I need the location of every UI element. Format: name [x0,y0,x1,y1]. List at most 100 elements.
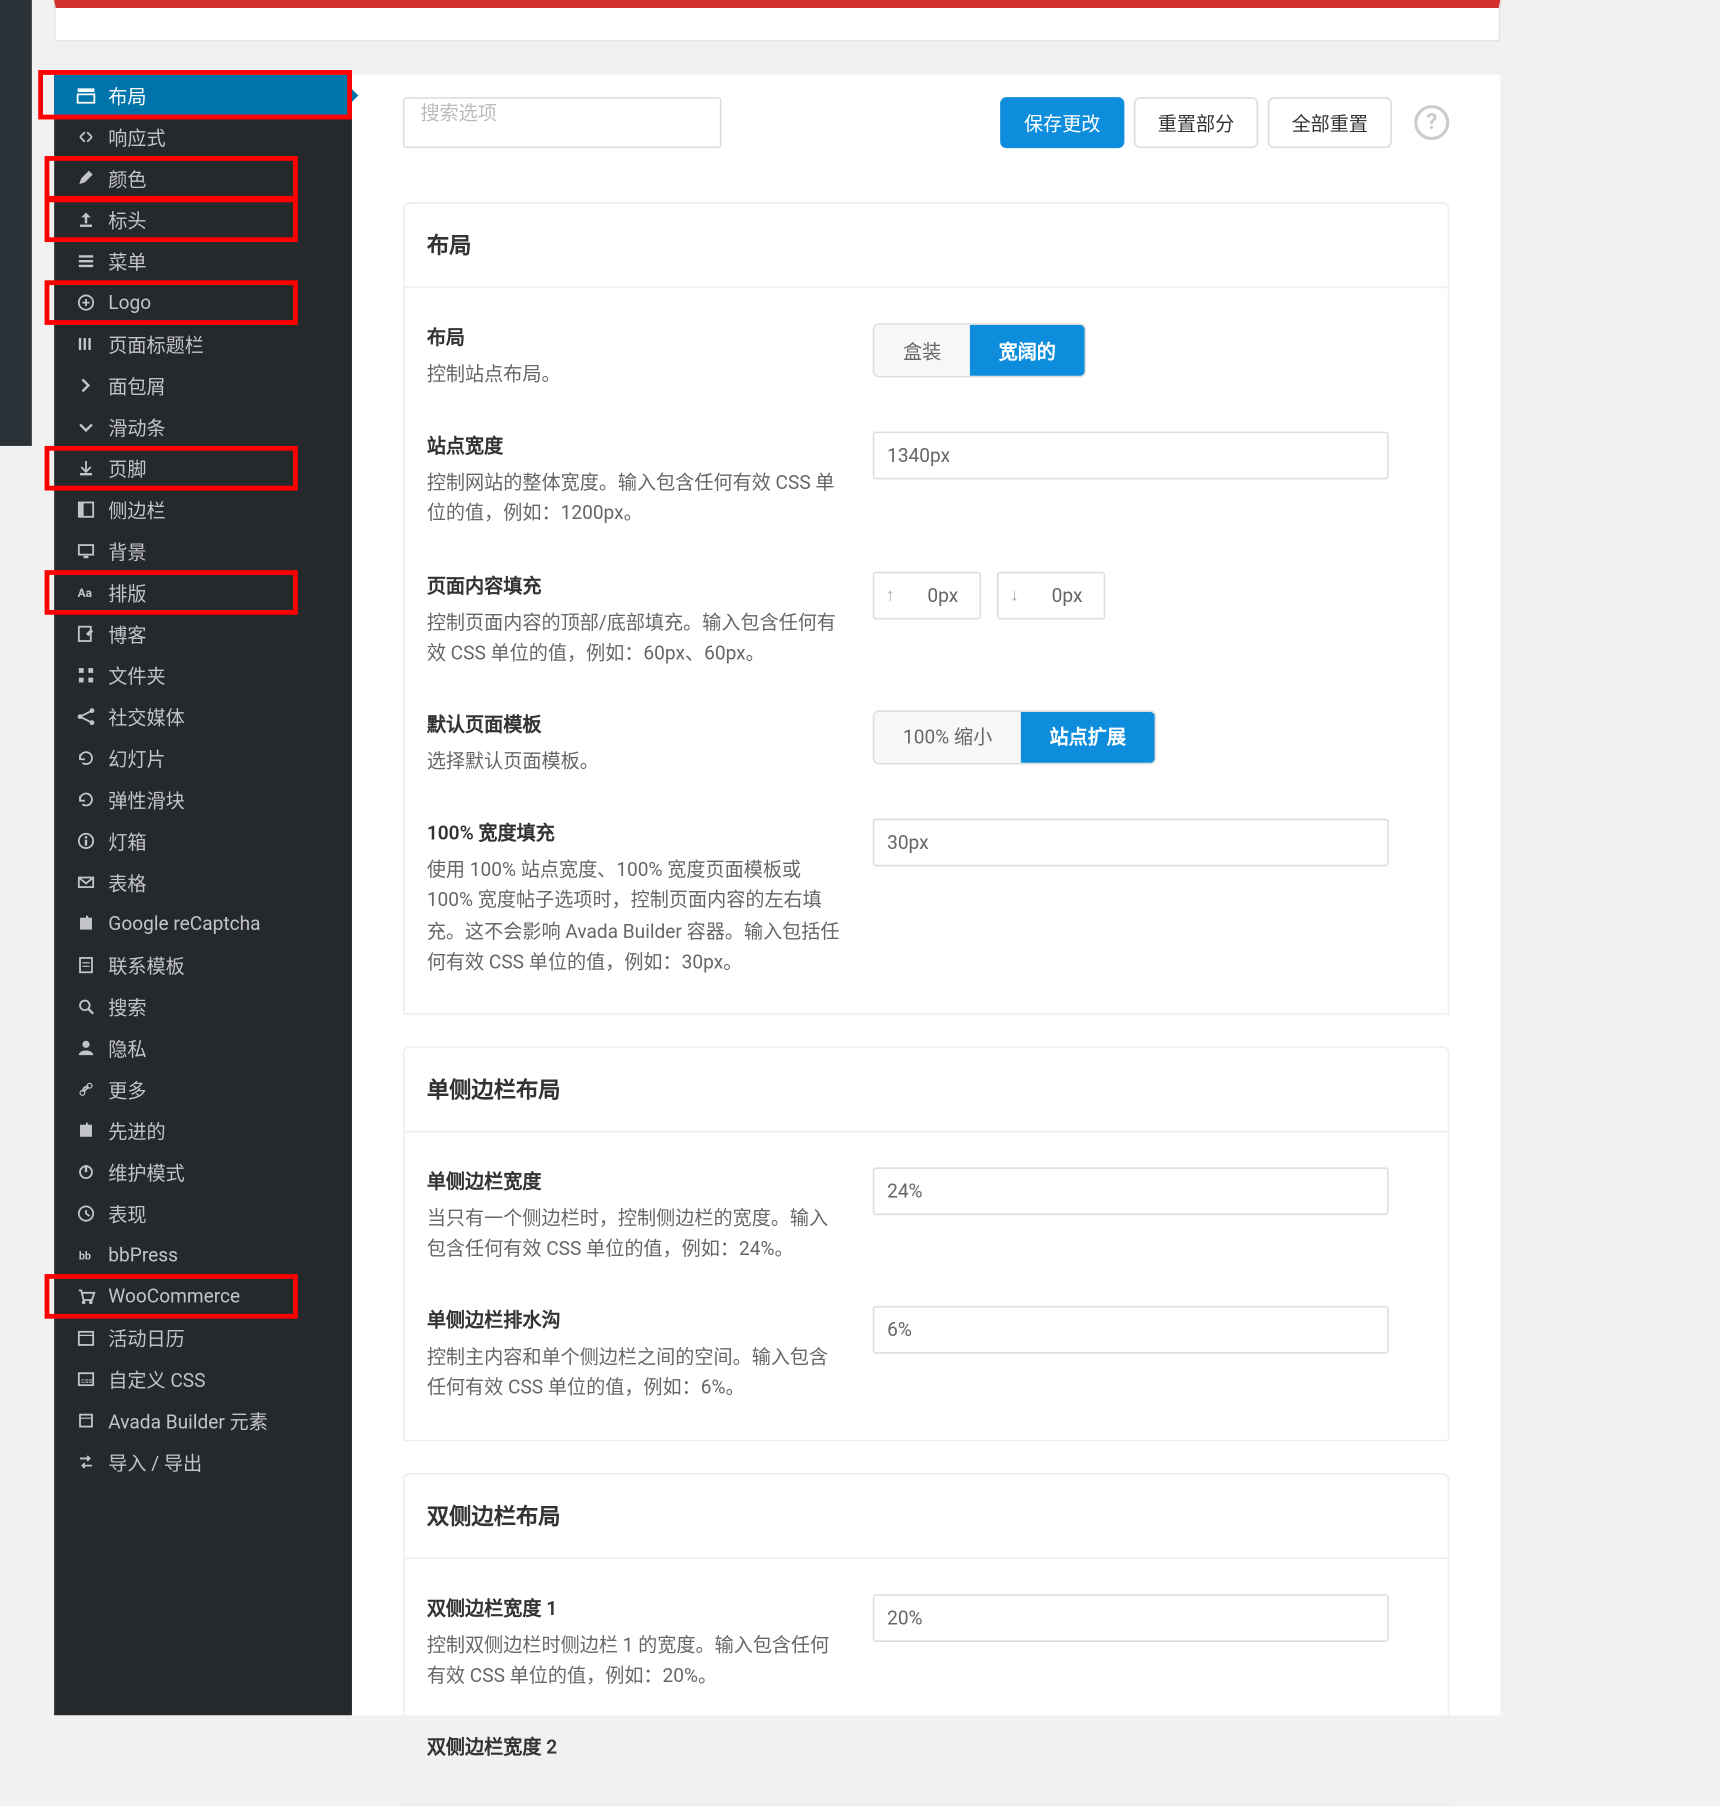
sidebar-item-29[interactable]: WooCommerce [54,1276,352,1317]
sidebar-item-label: 博客 [108,620,352,647]
bb-icon: bb [76,1245,108,1264]
sidebar-item-5[interactable]: Logo [54,282,352,323]
reset-section-button[interactable]: 重置部分 [1134,97,1258,148]
sidebar-item-32[interactable]: Avada Builder 元素 [54,1400,352,1441]
sidebar-item-19[interactable]: 表格 [54,862,352,903]
option-row: 默认页面模板 选择默认页面模板。 100% 缩小站点扩展 [405,682,1448,791]
sidebar-item-label: 表现 [108,1200,352,1227]
options-sidebar: 布局响应式颜色标头菜单 Logo 页面标题栏面包屑滑动条页脚侧边栏背景 Aa排版博客文… [54,75,352,1715]
css-icon: css [76,1370,108,1389]
sidebar-item-33[interactable]: 导入 / 导出 [54,1441,352,1482]
sidebar-item-24[interactable]: 更多 [54,1069,352,1110]
text-input[interactable] [873,1594,1389,1642]
sidebar-item-18[interactable]: 灯箱 [54,820,352,861]
option-description: 控制网站的整体宽度。输入包含任何有效 CSS 单位的值，例如：1200px。 [427,469,841,530]
svg-text:bb: bb [79,1250,91,1263]
sidebar-item-label: 菜单 [108,248,352,275]
sidebar-item-label: 面包屑 [108,372,352,399]
download-icon [76,459,108,478]
sidebar-item-2[interactable]: 颜色 [54,158,352,199]
info-icon [76,831,108,850]
seg-option[interactable]: 盒装 [874,325,970,376]
padding-control: ↑0px ↓0px [873,571,1106,619]
seg-option[interactable]: 100% 缩小 [874,712,1021,763]
sidebar-item-8[interactable]: 滑动条 [54,406,352,447]
sidebar-item-30[interactable]: 活动日历 [54,1317,352,1358]
sidebar-item-7[interactable]: 面包屑 [54,365,352,406]
share-icon [76,707,108,726]
sidebar-item-0[interactable]: 布局 [54,75,352,116]
seg-option[interactable]: 站点扩展 [1021,712,1155,763]
sidebar-item-23[interactable]: 隐私 [54,1027,352,1068]
grid-icon [76,666,108,685]
option-description: 控制页面内容的顶部/底部填充。输入包含任何有效 CSS 单位的值，例如：60px… [427,608,841,669]
text-input[interactable] [873,1306,1389,1354]
text-input[interactable] [873,819,1389,867]
section-body: 布局 控制站点布局。 盒装宽阔的 站点宽度 控制网站的整体宽度。输入包含任何有效… [403,288,1449,1014]
arrow-up-icon: ↑ [874,585,906,606]
search-input[interactable]: 搜索选项 [403,97,722,148]
puzzle-icon [76,914,108,933]
sidebar-item-15[interactable]: 社交媒体 [54,696,352,737]
compose-icon [76,624,108,643]
help-icon[interactable]: ? [1414,105,1449,140]
text-input[interactable] [873,1167,1389,1215]
sidebar-item-3[interactable]: 标头 [54,199,352,240]
sidebar-item-25[interactable]: 先进的 [54,1110,352,1151]
sidebar-item-21[interactable]: 联系模板 [54,944,352,985]
sidebar-item-label: 灯箱 [108,827,352,854]
sidebar-item-14[interactable]: 文件夹 [54,655,352,696]
sidebar-item-31[interactable]: css自定义 CSS [54,1358,352,1399]
sidebar-item-20[interactable]: Google reCaptcha [54,903,352,944]
sidebar-item-label: 页面标题栏 [108,330,352,357]
sidebar-item-28[interactable]: bb bbPress [54,1234,352,1275]
sidebar-item-13[interactable]: 博客 [54,613,352,654]
sidebar-item-26[interactable]: 维护模式 [54,1151,352,1192]
sidebar-item-11[interactable]: 背景 [54,530,352,571]
seg-option[interactable]: 宽阔的 [970,325,1085,376]
sidebar-item-label: Logo [108,291,352,313]
sidebar-item-16[interactable]: 幻灯片 [54,737,352,778]
sidebar-item-label: 标头 [108,206,352,233]
mail-icon [76,873,108,892]
sidebar-item-label: 文件夹 [108,662,352,689]
sidebar-item-10[interactable]: 侧边栏 [54,489,352,530]
sidebar-item-27[interactable]: 表现 [54,1193,352,1234]
sidebar-item-22[interactable]: 搜索 [54,986,352,1027]
svg-text:css: css [81,1376,92,1385]
sidebar-item-4[interactable]: 菜单 [54,240,352,281]
wp-admin-strip [0,0,32,446]
option-description: 选择默认页面模板。 [427,747,841,778]
sidebar-item-label: 导入 / 导出 [108,1448,352,1475]
sidebar-item-12[interactable]: Aa排版 [54,572,352,613]
chevron-right-icon [76,376,108,395]
padding-bottom-input[interactable]: ↓0px [997,571,1105,619]
option-label: 双侧边栏宽度 2 [427,1733,841,1760]
segmented-control: 盒装宽阔的 [873,323,1086,377]
sidebar-icon [76,500,108,519]
box-icon [76,1411,108,1430]
option-label: 100% 宽度填充 [427,819,841,846]
option-description: 当只有一个侧边栏时，控制侧边栏的宽度。输入包含任何有效 CSS 单位的值，例如：… [427,1204,841,1265]
layout-icon [76,86,108,105]
section-header: 单侧边栏布局 [403,1046,1449,1132]
sidebar-item-1[interactable]: 响应式 [54,116,352,157]
sidebar-item-label: 背景 [108,538,352,565]
sidebar-item-9[interactable]: 页脚 [54,448,352,489]
link-icon [76,1080,108,1099]
save-button[interactable]: 保存更改 [1000,97,1124,148]
reset-all-button[interactable]: 全部重置 [1268,97,1392,148]
search-icon [76,997,108,1016]
calendar-icon [76,1328,108,1347]
sidebar-item-17[interactable]: 弹性滑块 [54,779,352,820]
refresh-icon [76,790,108,809]
text-input[interactable] [873,432,1389,480]
segmented-control: 100% 缩小站点扩展 [873,710,1157,764]
sidebar-item-6[interactable]: 页面标题栏 [54,323,352,364]
sidebar-item-label: 更多 [108,1076,352,1103]
sidebar-item-label: bbPress [108,1244,352,1266]
bars-icon [76,252,108,271]
padding-top-input[interactable]: ↑0px [873,571,981,619]
pencil-icon [76,169,108,188]
sliders-icon [76,334,108,353]
